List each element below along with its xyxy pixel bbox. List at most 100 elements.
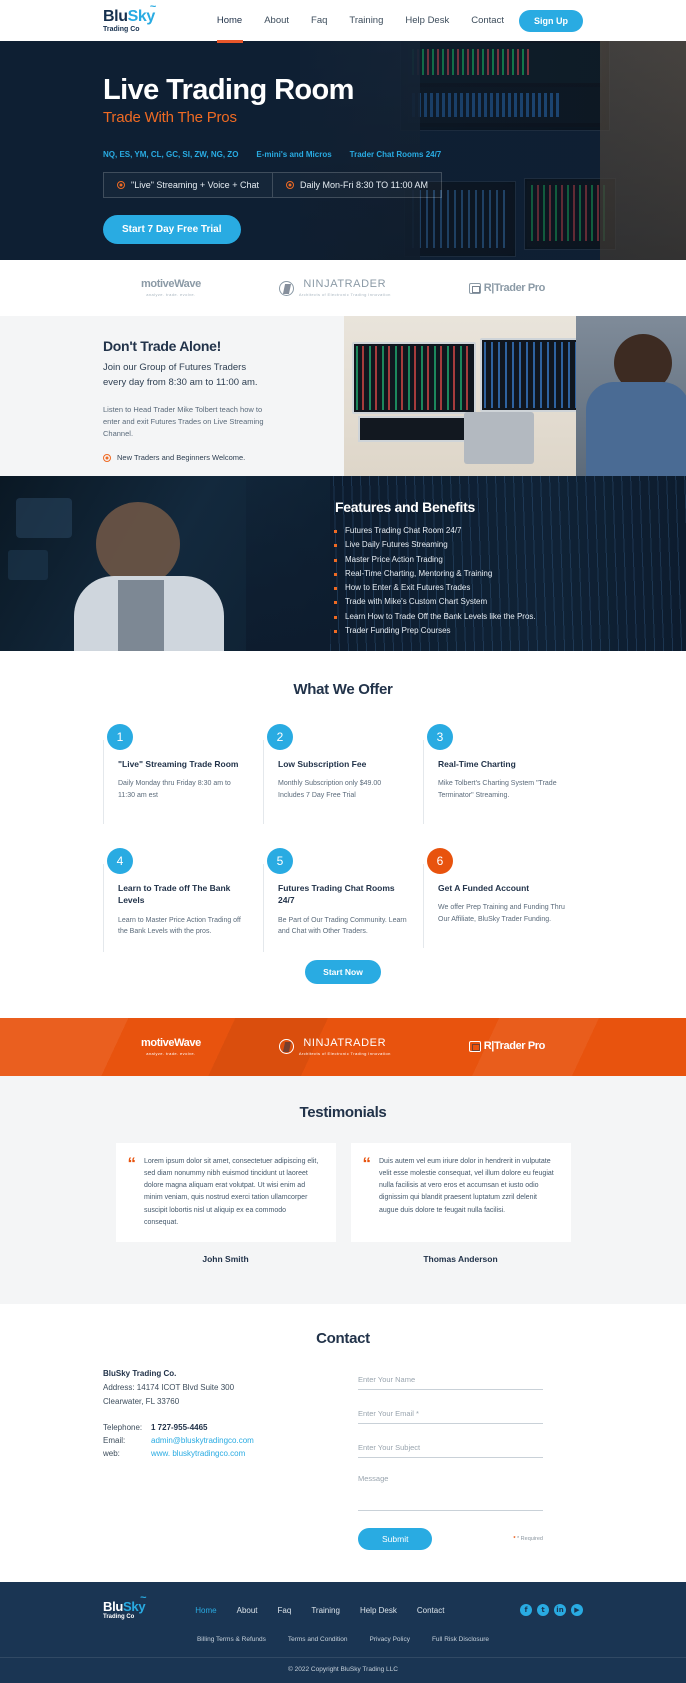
- footer-logo[interactable]: BluSky ~ Trading Co: [103, 1593, 147, 1621]
- footer-link-risk[interactable]: Full Risk Disclosure: [432, 1636, 489, 1643]
- partner-tagline-ninjatrader: Architects of Electronic Trading Innovat…: [298, 1050, 391, 1056]
- offer-card-number: 4: [107, 848, 133, 874]
- contact-section: Contact BluSky Trading Co. Address: 1417…: [0, 1304, 686, 1583]
- contact-telephone-row: Telephone: 1 727-955-4465: [103, 1423, 338, 1432]
- nav-item-home[interactable]: Home: [217, 11, 242, 30]
- contact-address-line1: Address: 14174 ICOT Blvd Suite 300: [103, 1383, 235, 1393]
- contact-title: Contact: [316, 1330, 370, 1348]
- bullet-dot-icon: [285, 181, 294, 190]
- features-panel: Features and Benefits Futures Trading Ch…: [330, 476, 686, 651]
- offer-card-text: Be Part of Our Trading Community. Learn …: [278, 916, 407, 936]
- main-nav: Home About Faq Training Help Desk Contac…: [217, 11, 504, 30]
- testimonials-section: Testimonials “ Lorem ipsum dolor sit ame…: [0, 1075, 686, 1305]
- hero-info-schedule: Daily Mon-Fri 8:30 TO 11:00 AM: [271, 173, 441, 198]
- offer-card-2: 2 Low Subscription Fee Monthly Subscript…: [263, 724, 423, 824]
- feature-item: Master Price Action Trading: [332, 555, 686, 564]
- hero-ticker-eminis: E-mini's and Micros: [256, 150, 332, 160]
- dta-bullet-row: New Traders and Beginners Welcome.: [103, 453, 270, 462]
- footer-nav-home[interactable]: Home: [195, 1606, 216, 1615]
- partner-name-motivewave: motiveWave: [141, 278, 201, 290]
- partner-logo-rtrader: R|Trader Pro: [468, 1041, 545, 1053]
- feature-item: Learn How to Trade Off the Bank Levels l…: [332, 612, 686, 621]
- offer-card-number: 2: [267, 724, 293, 750]
- quote-icon: “: [362, 1153, 372, 1173]
- offer-card-title: Real-Time Charting: [438, 759, 516, 769]
- feature-item: Trader Funding Prep Courses: [332, 626, 686, 635]
- nav-item-faq[interactable]: Faq: [311, 11, 327, 30]
- offer-card-number: 6: [427, 848, 453, 874]
- footer-nav-help-desk[interactable]: Help Desk: [360, 1606, 397, 1615]
- hero-info-bar: "Live" Streaming + Voice + Chat Daily Mo…: [103, 172, 443, 199]
- ninjatrader-mark-icon: [278, 280, 294, 296]
- features-heading: Features and Benefits: [335, 499, 475, 515]
- nav-item-contact[interactable]: Contact: [471, 11, 504, 30]
- offer-card-number: 1: [107, 724, 133, 750]
- testimonial-quote: Duis autem vel eum iriure dolor in hendr…: [379, 1157, 554, 1214]
- twitter-icon[interactable]: t: [537, 1604, 549, 1617]
- offer-card-title: Futures Trading Chat Rooms 24/7: [278, 883, 395, 906]
- hero-content: Live Trading Room Trade With The Pros NQ…: [0, 41, 686, 245]
- linkedin-icon[interactable]: in: [554, 1604, 566, 1617]
- facebook-icon[interactable]: f: [520, 1604, 532, 1617]
- dta-lead-line2: every day from 8:30 am to 11:00 am.: [103, 376, 258, 388]
- feature-item: How to Enter & Exit Futures Trades: [332, 583, 686, 592]
- contact-telephone-label: Telephone:: [103, 1423, 143, 1433]
- partner-tagline-ninjatrader: Architects of Electronic Trading Innovat…: [298, 292, 391, 297]
- partner-name-motivewave: motiveWave: [141, 1036, 201, 1049]
- rtrader-mark-icon: [468, 1041, 481, 1053]
- nav-item-training[interactable]: Training: [349, 11, 383, 30]
- contact-details: BluSky Trading Co. Address: 14174 ICOT B…: [103, 1369, 338, 1550]
- testimonial-author: John Smith: [202, 1254, 249, 1265]
- footer-link-terms[interactable]: Terms and Condition: [288, 1636, 348, 1643]
- footer-legal-links: Billing Terms & Refunds Terms and Condit…: [103, 1636, 583, 1643]
- footer-link-privacy[interactable]: Privacy Policy: [369, 1636, 409, 1643]
- offer-card-5: 5 Futures Trading Chat Rooms 24/7 Be Par…: [263, 848, 423, 952]
- submit-button[interactable]: Submit: [358, 1528, 433, 1551]
- rtrader-mark-icon: [468, 282, 481, 294]
- testimonial-card: “ Duis autem vel eum iriure dolor in hen…: [350, 1142, 571, 1243]
- start-now-button[interactable]: Start Now: [305, 959, 381, 984]
- hero-info-streaming-label: "Live" Streaming + Voice + Chat: [131, 180, 259, 191]
- nav-item-help-desk[interactable]: Help Desk: [405, 11, 449, 30]
- hero-ticker-list: NQ, ES, YM, CL, GC, SI, ZW, NG, ZO E-min…: [103, 150, 686, 159]
- offer-card-text: Monthly Subscription only $49.00 Include…: [278, 780, 382, 799]
- feature-item: Trade with Mike's Custom Chart System: [332, 597, 686, 606]
- dont-trade-alone-section: Don't Trade Alone! Join our Group of Fut…: [0, 316, 686, 476]
- dta-bullet-label: New Traders and Beginners Welcome.: [117, 453, 246, 463]
- nav-item-about[interactable]: About: [264, 11, 289, 30]
- brand-logo[interactable]: BluSky ~ Trading Co: [103, 0, 157, 33]
- name-input[interactable]: [358, 1372, 543, 1391]
- footer-nav-contact[interactable]: Contact: [417, 1606, 445, 1615]
- footer-nav-about[interactable]: About: [237, 1606, 258, 1615]
- partner-logo-motivewave: motiveWave analyze. trade. evolve.: [141, 279, 201, 297]
- offer-card-1: 1 "Live" Streaming Trade Room Daily Mond…: [103, 724, 263, 824]
- trader-desk-photo: [344, 316, 686, 476]
- landing-page: BluSky ~ Trading Co Home About Faq Traini…: [0, 0, 686, 1683]
- partner-name-ninjatrader: NINJATRADER: [303, 1036, 387, 1049]
- contact-web-value[interactable]: www. bluskytradingco.com: [151, 1449, 245, 1458]
- logo-text-sky: Sky ~: [127, 0, 157, 25]
- logo-text-blu: Blu: [103, 7, 128, 25]
- start-free-trial-button[interactable]: Start 7 Day Free Trial: [103, 215, 241, 245]
- offer-card-title: Get A Funded Account: [438, 883, 530, 893]
- testimonial-cards: “ Lorem ipsum dolor sit amet, consectetu…: [115, 1142, 571, 1243]
- message-textarea[interactable]: [358, 1471, 543, 1512]
- partner-logo-motivewave: motiveWave analyze. trade. evolve.: [141, 1036, 201, 1056]
- partner-tagline-motivewave: analyze. trade. evolve.: [146, 292, 196, 297]
- sign-up-button[interactable]: Sign Up: [519, 9, 583, 32]
- contact-email-value[interactable]: admin@bluskytradingco.com: [151, 1436, 254, 1445]
- partner-name-rtrader: R|Trader Pro: [483, 281, 546, 294]
- youtube-icon[interactable]: ▶: [571, 1604, 583, 1617]
- offer-card-number: 5: [267, 848, 293, 874]
- footer-social-links: f t in ▶: [520, 1604, 583, 1617]
- ninjatrader-mark-icon: [278, 1039, 294, 1055]
- footer-nav-training[interactable]: Training: [311, 1606, 340, 1615]
- email-input[interactable]: [358, 1406, 543, 1425]
- footer-nav-faq[interactable]: Faq: [278, 1606, 292, 1615]
- footer-link-billing[interactable]: Billing Terms & Refunds: [197, 1636, 266, 1643]
- contact-telephone-value[interactable]: 1 727-955-4465: [151, 1423, 208, 1432]
- offer-title: What We Offer: [293, 681, 393, 698]
- subject-input[interactable]: [358, 1440, 543, 1459]
- partner-logo-ninjatrader: NINJATRADER Architects of Electronic Tra…: [278, 279, 391, 297]
- dta-heading: Don't Trade Alone!: [103, 338, 221, 354]
